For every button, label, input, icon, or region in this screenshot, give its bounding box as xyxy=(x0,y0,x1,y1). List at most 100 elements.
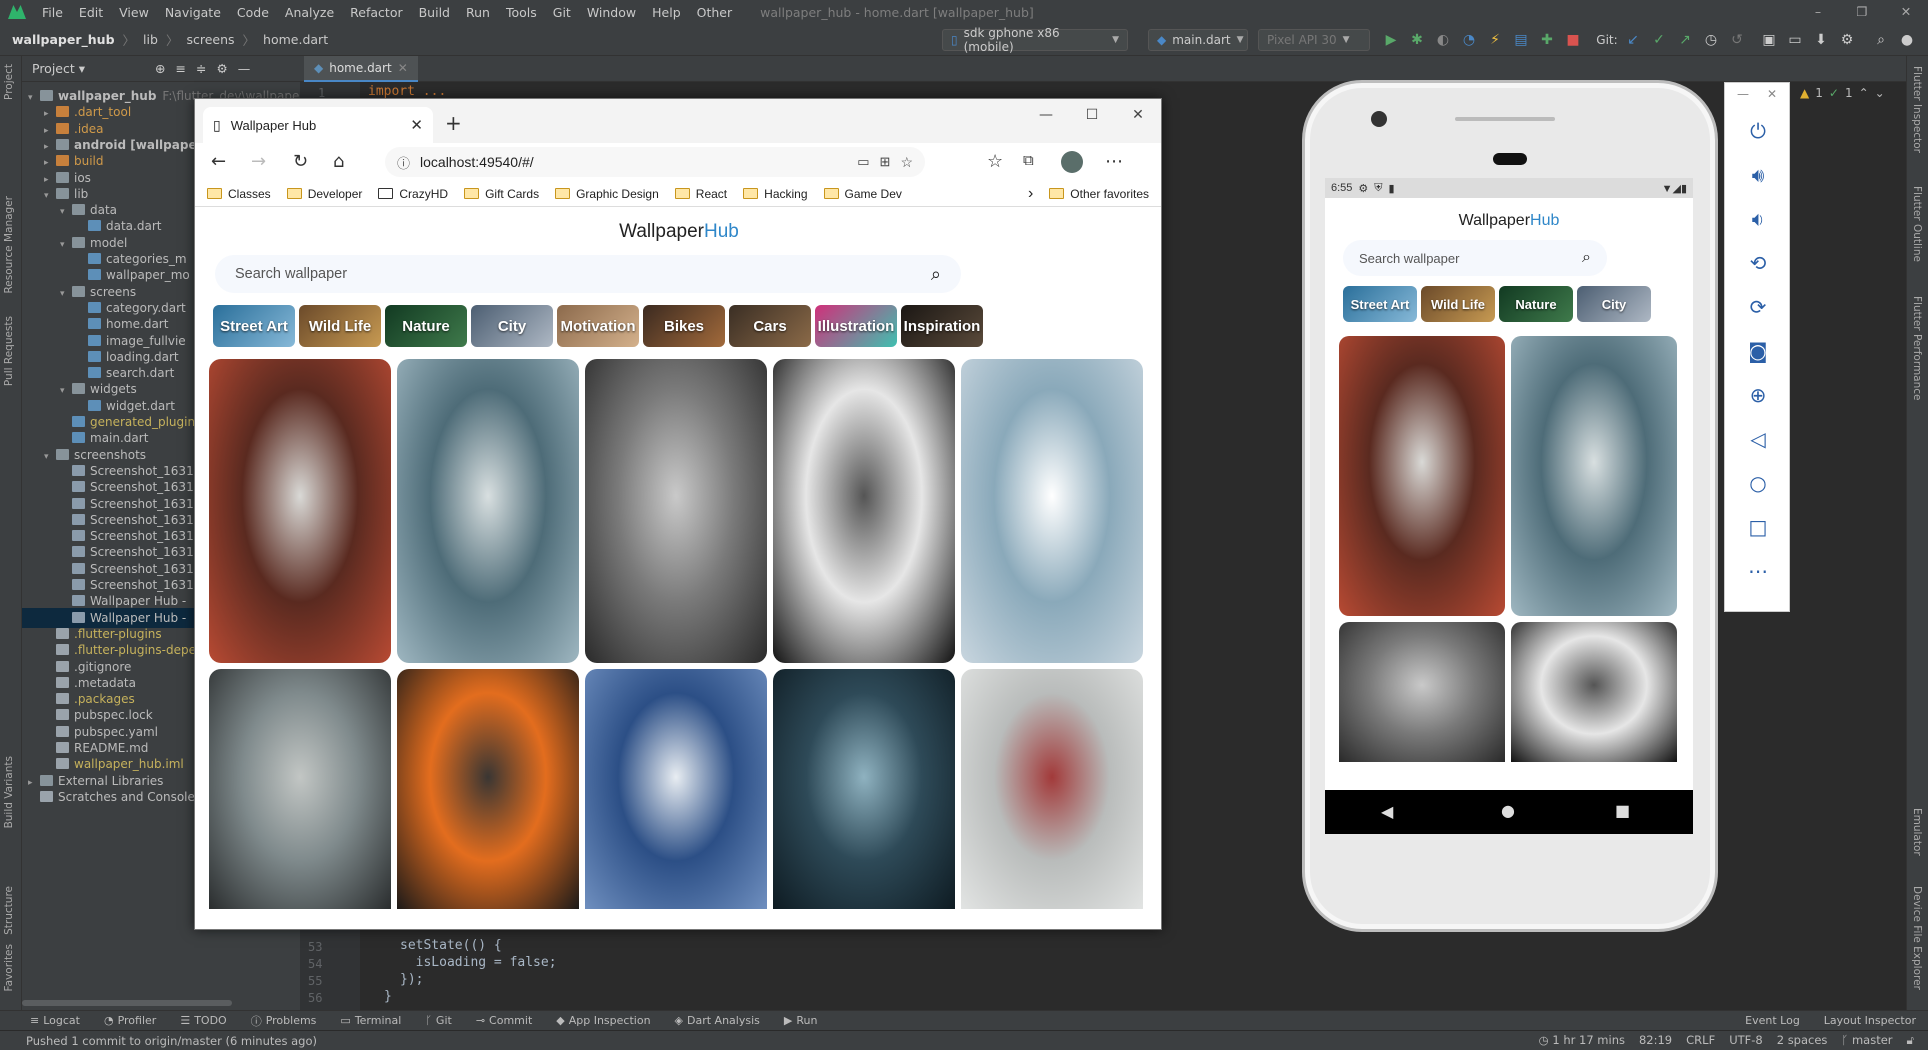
stripe-favorites[interactable]: Favorites xyxy=(3,944,15,991)
search-everywhere-icon[interactable]: ⌕ xyxy=(1872,31,1890,49)
tool-window-run[interactable]: ▶ Run xyxy=(772,1014,830,1027)
line-separator[interactable]: CRLF xyxy=(1686,1033,1715,1048)
coverage-icon[interactable]: ◐ xyxy=(1434,31,1452,49)
menu-analyze[interactable]: Analyze xyxy=(277,5,342,20)
wallpaper-photo-fountain[interactable] xyxy=(585,669,767,909)
bookmark-classes[interactable]: Classes xyxy=(207,187,271,201)
nav-recents-icon[interactable]: ■ xyxy=(1615,801,1630,820)
git-commit-icon[interactable]: ✓ xyxy=(1650,31,1668,49)
wallpaper-photo-child-in-waves[interactable] xyxy=(397,359,579,663)
wallpaper-photo-woman-in-sea[interactable] xyxy=(961,359,1143,663)
search-bar[interactable]: Search wallpaper ⌕ xyxy=(215,255,961,293)
back-icon[interactable]: ◁ xyxy=(1725,427,1791,451)
caret-position[interactable]: 82:19 xyxy=(1639,1033,1672,1048)
breadcrumb-lib[interactable]: lib xyxy=(143,32,158,47)
other-favorites[interactable]: Other favorites xyxy=(1049,187,1149,201)
category-chip[interactable]: Motivation xyxy=(557,305,639,347)
close-icon[interactable]: ✕ xyxy=(1115,99,1161,131)
stripe-resource-manager[interactable]: Resource Manager xyxy=(3,196,15,294)
close-tab-icon[interactable]: ✕ xyxy=(398,61,408,75)
collapse-all-icon[interactable]: ≑ xyxy=(196,61,206,76)
menu-run[interactable]: Run xyxy=(458,5,498,20)
category-chip[interactable]: Inspiration xyxy=(901,305,983,347)
expand-all-icon[interactable]: ≡ xyxy=(176,61,186,76)
wallpaper-photo-orange-hoodie[interactable] xyxy=(397,669,579,909)
home-icon[interactable]: ⌂ xyxy=(333,151,344,172)
menu-refactor[interactable]: Refactor xyxy=(342,5,410,20)
apps-icon[interactable]: ⊞ xyxy=(880,154,891,170)
rotate-right-icon[interactable]: ⟳ xyxy=(1725,295,1791,319)
category-chip[interactable]: Wild Life xyxy=(299,305,381,347)
wallpaper-photo-shop-reflection[interactable] xyxy=(209,669,391,909)
menu-git[interactable]: Git xyxy=(545,5,579,20)
category-chip[interactable]: City xyxy=(471,305,553,347)
search-input[interactable]: Search wallpaper xyxy=(235,266,347,282)
stripe-flutter-performance[interactable]: Flutter Performance xyxy=(1911,296,1923,401)
phone-search-bar[interactable]: Search wallpaper ⌕ xyxy=(1343,240,1607,276)
wallpaper-photo-glass-building[interactable] xyxy=(773,669,955,909)
avd-selector[interactable]: Pixel API 30 ▼ xyxy=(1258,29,1370,51)
category-chip[interactable]: Illustration xyxy=(815,305,897,347)
stripe-structure[interactable]: Structure xyxy=(3,886,15,935)
volume-up-icon[interactable]: 🔊︎ xyxy=(1725,163,1791,187)
category-chip[interactable]: Nature xyxy=(385,305,467,347)
close-tab-icon[interactable]: ✕ xyxy=(410,116,423,134)
category-chip[interactable]: Nature xyxy=(1499,286,1573,322)
more-bookmarks-icon[interactable]: › xyxy=(1028,185,1033,203)
menu-window[interactable]: Window xyxy=(579,5,644,20)
breadcrumb-project[interactable]: wallpaper_hub xyxy=(12,32,115,47)
cast-icon[interactable]: ▭ xyxy=(857,154,869,170)
wallpaper-photo-angry-child[interactable] xyxy=(1339,622,1505,762)
wallpaper-photo-waterfall[interactable] xyxy=(209,359,391,663)
device-manager-icon[interactable]: ▭ xyxy=(1786,31,1804,49)
inspection-widget[interactable]: ▲ 1 ✓ 1 ⌃ ⌄ xyxy=(1800,86,1885,100)
tool-window-commit[interactable]: ⊸ Commit xyxy=(464,1014,544,1027)
settings-icon[interactable]: ⚙ xyxy=(1838,31,1856,49)
more-icon[interactable]: ⋯ xyxy=(1725,559,1791,583)
bookmark-hacking[interactable]: Hacking xyxy=(743,187,808,201)
tool-window-logcat[interactable]: ≡ Logcat xyxy=(0,1014,92,1027)
status-message[interactable]: Pushed 1 commit to origin/master (6 minu… xyxy=(0,1034,317,1048)
browser-tab[interactable]: ▯ Wallpaper Hub ✕ xyxy=(203,107,433,143)
tool-window-terminal[interactable]: ▭ Terminal xyxy=(328,1014,413,1027)
camera-icon[interactable]: ◙ xyxy=(1725,339,1791,363)
wallpaper-photo-child-in-waves[interactable] xyxy=(1511,336,1677,616)
category-chip[interactable]: Street Art xyxy=(213,305,295,347)
tool-window-event-log[interactable]: Event Log xyxy=(1733,1014,1812,1027)
new-tab-icon[interactable]: + xyxy=(445,111,462,135)
profile-icon[interactable]: ◔ xyxy=(1460,31,1478,49)
attach-debugger-icon[interactable]: ✚ xyxy=(1538,31,1556,49)
favorites-icon[interactable]: ☆ xyxy=(987,151,1003,172)
power-icon[interactable]: ⏻ xyxy=(1725,119,1791,143)
more-menu-icon[interactable]: ⋯ xyxy=(1105,151,1123,172)
history-icon[interactable]: ◷ xyxy=(1702,31,1720,49)
category-chip[interactable]: Cars xyxy=(729,305,811,347)
volume-down-icon[interactable]: 🔉︎ xyxy=(1725,207,1791,231)
device-selector[interactable]: ▯ sdk gphone x86 (mobile) ▼ xyxy=(942,26,1128,54)
minimize-icon[interactable]: — xyxy=(1023,99,1069,131)
phone-screen[interactable]: 6:55 ⚙ ⛨ ▮ ▼◢▮ WallpaperHub Search wallp… xyxy=(1325,178,1693,834)
profile-avatar[interactable] xyxy=(1061,151,1083,173)
menu-tools[interactable]: Tools xyxy=(498,5,545,20)
bookmark-graphic-design[interactable]: Graphic Design xyxy=(555,187,659,201)
back-icon[interactable]: ← xyxy=(211,151,226,172)
stripe-emulator[interactable]: Emulator xyxy=(1911,808,1923,856)
forward-icon[interactable]: → xyxy=(251,151,266,172)
git-push-icon[interactable]: ↗ xyxy=(1676,31,1694,49)
stripe-flutter-inspector[interactable]: Flutter Inspector xyxy=(1911,66,1923,153)
breadcrumb-file[interactable]: home.dart xyxy=(263,32,328,47)
tree-scrollbar[interactable] xyxy=(22,1000,232,1006)
time-tracker[interactable]: ◷ 1 hr 17 mins xyxy=(1539,1033,1625,1048)
sdk-manager-icon[interactable]: ⬇ xyxy=(1812,31,1830,49)
file-encoding[interactable]: UTF-8 xyxy=(1729,1033,1763,1048)
project-structure-icon[interactable]: ▣ xyxy=(1760,31,1778,49)
bookmark-gift-cards[interactable]: Gift Cards xyxy=(464,187,539,201)
menu-navigate[interactable]: Navigate xyxy=(157,5,229,20)
phone-search-input[interactable]: Search wallpaper xyxy=(1359,251,1459,266)
wallpaper-photo-angry-child[interactable] xyxy=(585,359,767,663)
collections-icon[interactable]: ⧉ xyxy=(1023,151,1034,169)
lock-icon[interactable]: 🔓︎ xyxy=(1907,1033,1914,1048)
chevron-down-icon[interactable]: ⌄ xyxy=(1875,86,1885,100)
maximize-icon[interactable]: ❐ xyxy=(1840,0,1884,24)
tool-window-layout-inspector[interactable]: Layout Inspector xyxy=(1812,1014,1928,1027)
